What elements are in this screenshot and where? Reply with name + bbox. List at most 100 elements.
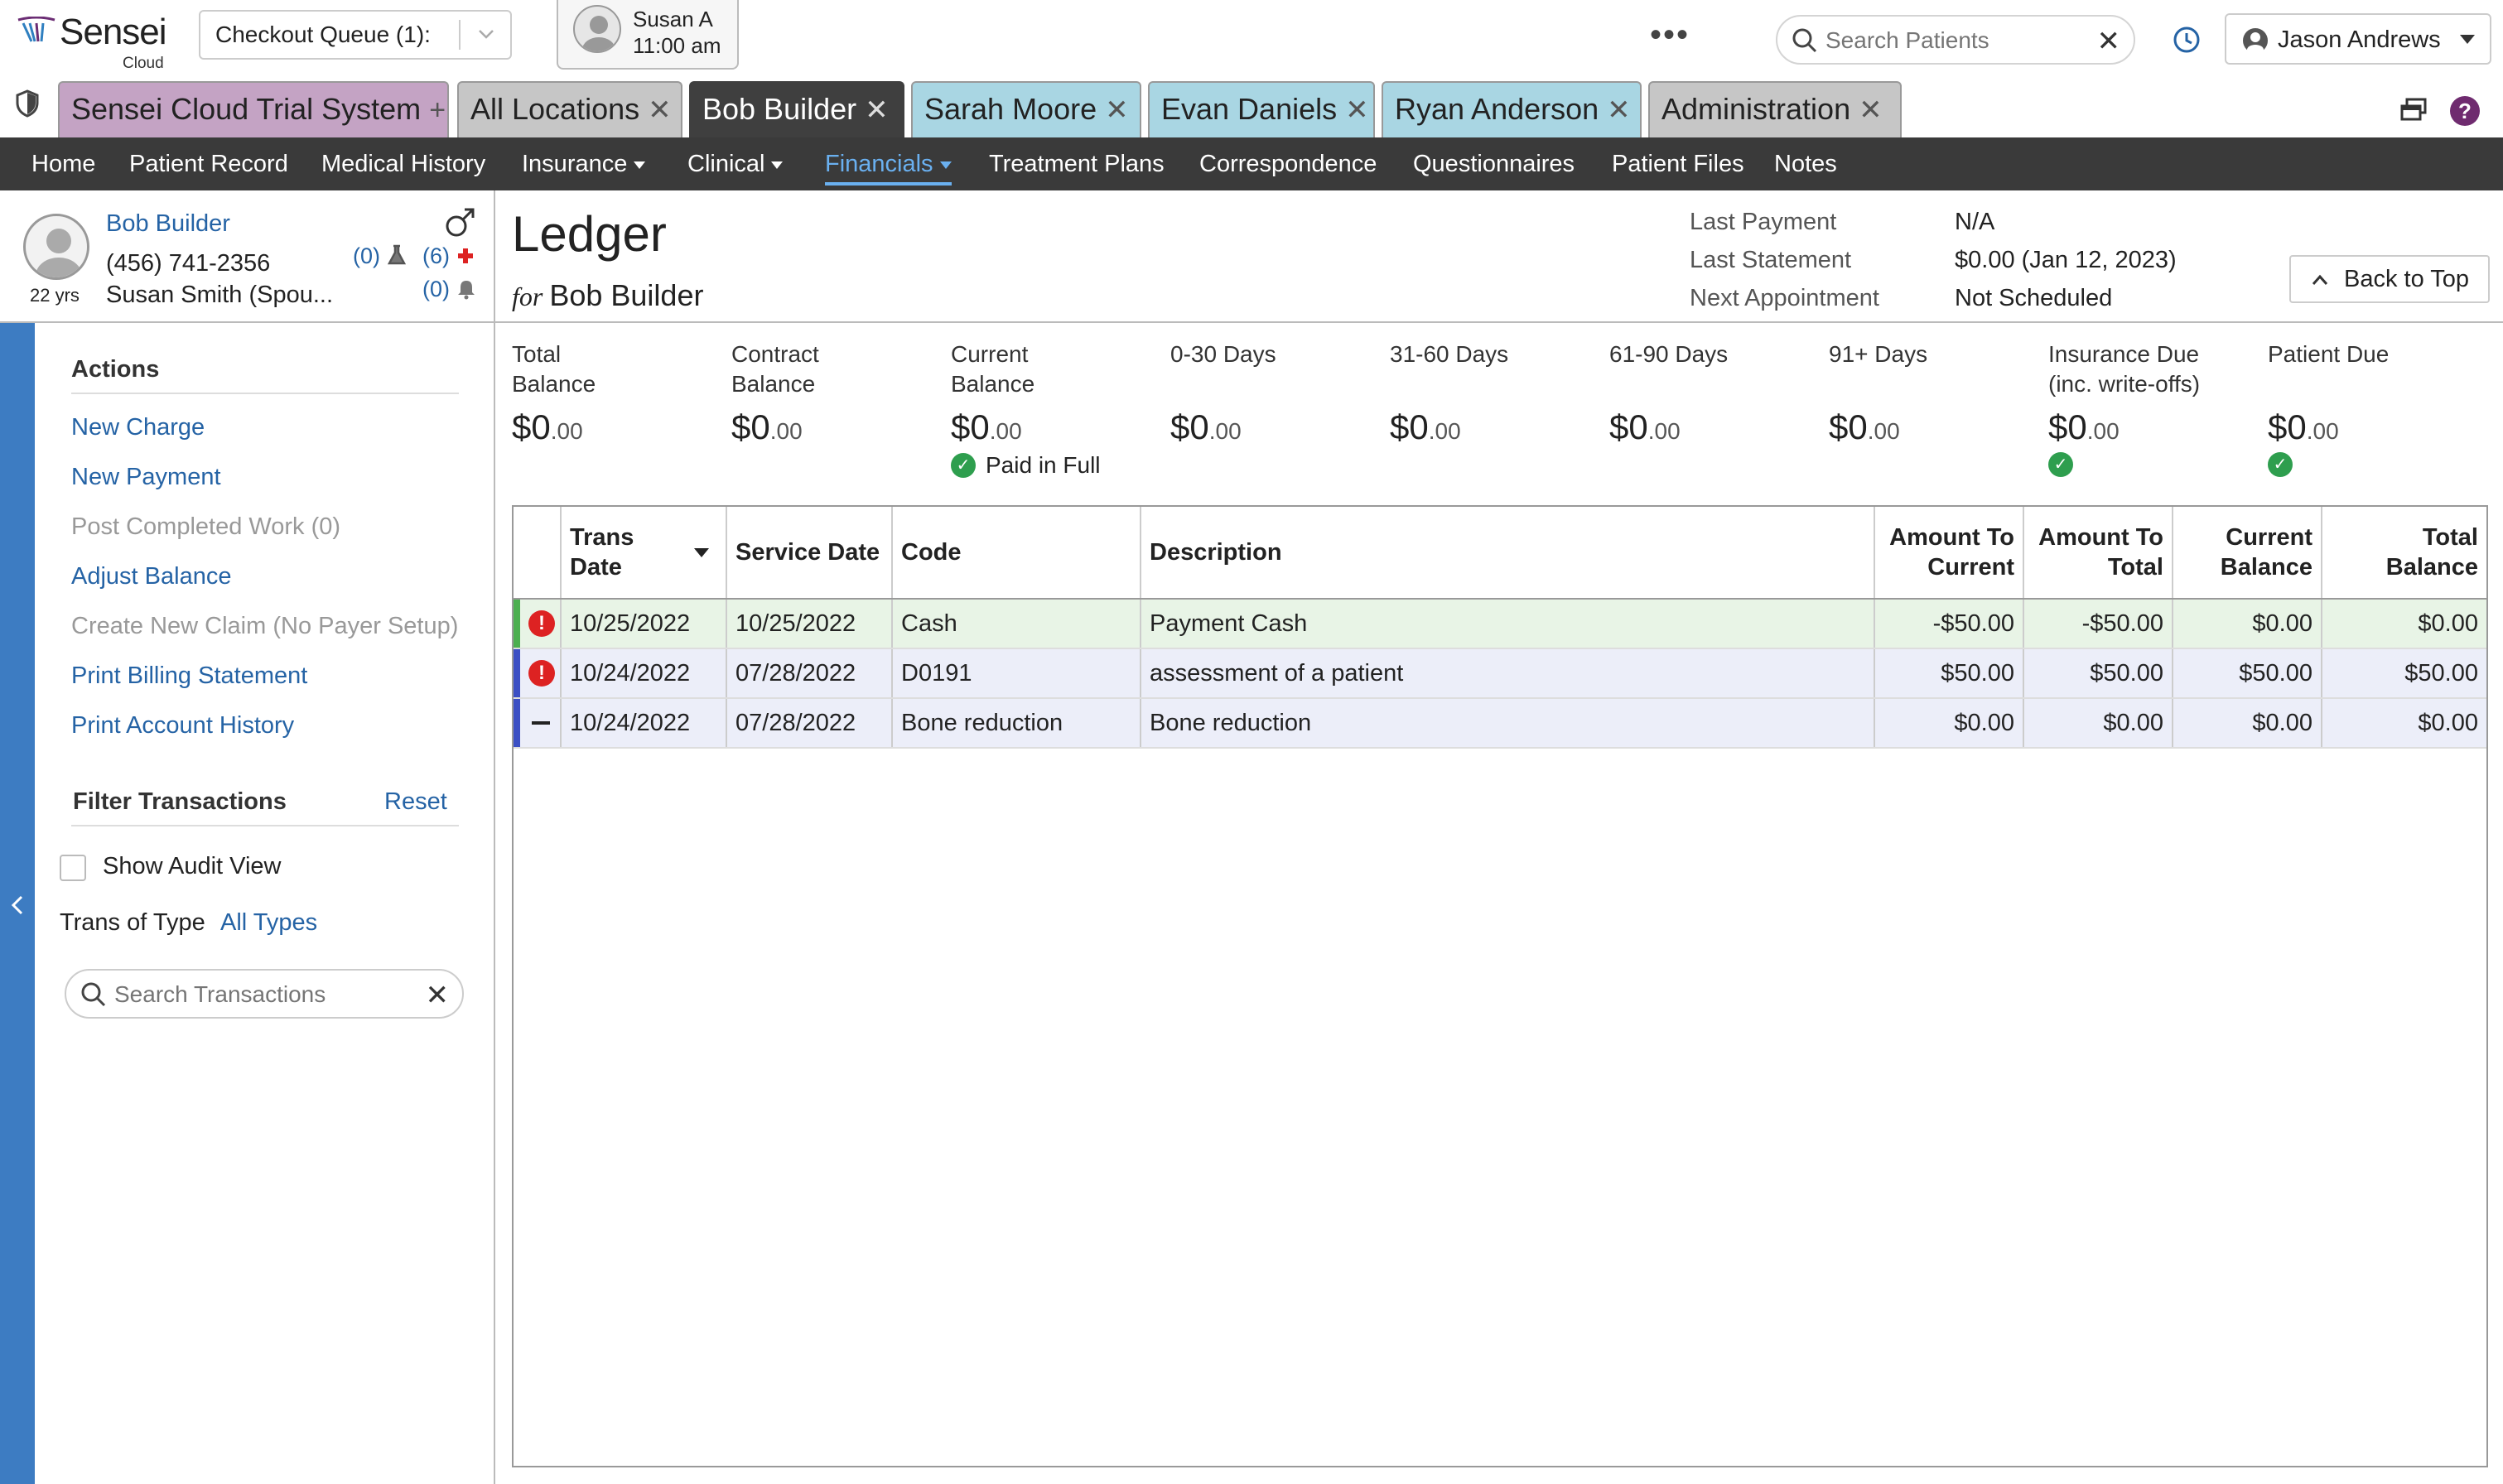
- amount-to-total-cell: -$50.00: [2024, 600, 2173, 648]
- patient-avatar[interactable]: [23, 214, 89, 280]
- nav-clinical[interactable]: Clinical: [687, 137, 784, 190]
- male-gender-icon: [446, 208, 475, 237]
- current-balance-column-header[interactable]: Current Balance: [2173, 507, 2322, 598]
- appointment-time: 11:00 am: [633, 33, 721, 58]
- error-icon[interactable]: !: [528, 610, 555, 637]
- summary-amount: $0.00: [2048, 407, 2120, 446]
- 61-90-days-summary: 61-90 Days $0.00: [1609, 340, 1816, 447]
- last-payment-label: Last Payment: [1690, 209, 1837, 235]
- nav-insurance[interactable]: Insurance: [522, 137, 646, 190]
- nav-medical-history[interactable]: Medical History: [321, 137, 485, 190]
- code-column-header[interactable]: Code: [893, 507, 1141, 598]
- adjust-balance-link[interactable]: Adjust Balance: [71, 563, 231, 590]
- summary-amount: $0.00: [512, 407, 583, 446]
- nav-financials[interactable]: Financials: [825, 137, 952, 190]
- column-header-label: Current Balance: [2220, 524, 2313, 581]
- tab-sensei-cloud-trial-system[interactable]: Sensei Cloud Trial System +: [58, 81, 449, 137]
- alert-count[interactable]: (0): [422, 277, 476, 302]
- appointment-card[interactable]: Susan A 11:00 am: [557, 0, 739, 70]
- trans-date-cell: 10/24/2022: [562, 699, 727, 747]
- summary-amount: $0.00: [1390, 407, 1461, 446]
- patient-name-link[interactable]: Bob Builder: [106, 210, 230, 238]
- amount-to-total-column-header[interactable]: Amount To Total: [2024, 507, 2173, 598]
- user-menu[interactable]: Jason Andrews: [2225, 13, 2491, 65]
- service-date-column-header[interactable]: Service Date: [727, 507, 893, 598]
- new-charge-link[interactable]: New Charge: [71, 414, 205, 441]
- summary-amount: $0.00: [2268, 407, 2339, 446]
- close-tab-icon[interactable]: ✕: [1859, 94, 1883, 126]
- active-underline: [825, 182, 952, 186]
- description-cell: Bone reduction: [1141, 699, 1875, 747]
- caret-down-icon: [2460, 35, 2475, 44]
- transaction-search-input[interactable]: [114, 979, 412, 1010]
- sensei-logo[interactable]: Sensei Cloud: [17, 10, 182, 72]
- status-paid: ✓: [2268, 452, 2475, 477]
- sidebar-collapse-strip[interactable]: [0, 323, 35, 1484]
- tab-bob-builder[interactable]: Bob Builder ✕: [689, 81, 904, 137]
- close-tab-icon[interactable]: ✕: [1345, 94, 1369, 126]
- shield-icon[interactable]: [15, 89, 40, 118]
- trans-type-select[interactable]: All Types: [220, 909, 317, 937]
- show-audit-view-label[interactable]: Show Audit View: [103, 853, 282, 880]
- nav-notes[interactable]: Notes: [1774, 137, 1837, 190]
- back-to-top-button[interactable]: Back to Top: [2289, 255, 2490, 303]
- tab-sarah-moore[interactable]: Sarah Moore ✕: [911, 81, 1141, 137]
- ledger-patient-name: Bob Builder: [549, 278, 704, 312]
- caret-down-icon: [939, 161, 952, 169]
- summary-label: 61-90 Days: [1609, 341, 1729, 367]
- close-tab-icon[interactable]: ✕: [1607, 94, 1631, 126]
- amount-to-current-column-header[interactable]: Amount To Current: [1875, 507, 2024, 598]
- close-tab-icon[interactable]: ✕: [648, 94, 672, 126]
- nav-questionnaires[interactable]: Questionnaires: [1413, 137, 1575, 190]
- tab-evan-daniels[interactable]: Evan Daniels ✕: [1148, 81, 1375, 137]
- more-menu-button[interactable]: •••: [1650, 17, 1690, 54]
- appointment-name: Susan A: [633, 7, 713, 31]
- minus-icon[interactable]: [532, 721, 550, 725]
- clear-search-icon[interactable]: ✕: [426, 979, 450, 1012]
- add-tab-icon[interactable]: +: [429, 94, 446, 126]
- print-billing-statement-link[interactable]: Print Billing Statement: [71, 662, 307, 690]
- contract-balance-summary: Contract Balance $0.00: [731, 340, 938, 447]
- description-column-header[interactable]: Description: [1141, 507, 1875, 598]
- chevron-left-icon: [11, 895, 23, 915]
- nav-treatment-plans[interactable]: Treatment Plans: [989, 137, 1165, 190]
- nav-correspondence[interactable]: Correspondence: [1199, 137, 1377, 190]
- tab-administration[interactable]: Administration ✕: [1648, 81, 1902, 137]
- transaction-search-box[interactable]: ✕: [65, 969, 464, 1019]
- nav-home[interactable]: Home: [31, 137, 95, 190]
- table-row[interactable]: ! 10/25/2022 10/25/2022 Cash Payment Cash -$5…: [514, 600, 2486, 649]
- print-account-history-link[interactable]: Print Account History: [71, 712, 294, 740]
- nav-patient-files[interactable]: Patient Files: [1612, 137, 1744, 190]
- close-tab-icon[interactable]: ✕: [1105, 94, 1129, 126]
- lab-count[interactable]: (0): [353, 243, 407, 269]
- summary-label: 91+ Days: [1829, 341, 1928, 367]
- table-row[interactable]: 10/24/2022 07/28/2022 Bone reduction Bone r…: [514, 699, 2486, 749]
- error-icon[interactable]: !: [528, 660, 555, 687]
- new-payment-link[interactable]: New Payment: [71, 464, 221, 491]
- total-balance-column-header[interactable]: Total Balance: [2322, 507, 2486, 598]
- column-header-label: Amount To Total: [2038, 524, 2163, 581]
- total-balance-cell: $0.00: [2418, 710, 2478, 736]
- clear-search-icon[interactable]: ✕: [2097, 25, 2121, 58]
- patient-search-input[interactable]: [1825, 25, 2074, 56]
- windows-icon[interactable]: [2400, 98, 2428, 123]
- reset-filter-link[interactable]: Reset: [384, 788, 447, 816]
- medical-alert-count[interactable]: (6): [422, 243, 475, 269]
- table-row[interactable]: ! 10/24/2022 07/28/2022 D0191 assessment of …: [514, 649, 2486, 699]
- close-tab-icon[interactable]: ✕: [865, 94, 889, 126]
- trans-date-column-header[interactable]: Trans Date: [562, 507, 727, 598]
- help-icon[interactable]: ?: [2450, 96, 2480, 126]
- column-header-label: Description: [1150, 539, 1282, 566]
- history-clock-icon[interactable]: [2172, 25, 2202, 55]
- checkout-queue-select[interactable]: Checkout Queue (1):: [199, 10, 512, 60]
- bell-icon: [457, 281, 475, 300]
- nav-patient-record[interactable]: Patient Record: [129, 137, 288, 190]
- tab-all-locations[interactable]: All Locations ✕: [457, 81, 682, 137]
- show-audit-view-checkbox[interactable]: [60, 855, 86, 881]
- current-balance-cell: $0.00: [2173, 600, 2322, 648]
- description-cell: Payment Cash: [1141, 600, 1875, 648]
- check-circle-icon: ✓: [2268, 452, 2293, 477]
- tab-ryan-anderson[interactable]: Ryan Anderson ✕: [1382, 81, 1642, 137]
- patient-search-box[interactable]: ✕: [1776, 15, 2135, 65]
- summary-amount: $0.00: [1829, 407, 1900, 446]
